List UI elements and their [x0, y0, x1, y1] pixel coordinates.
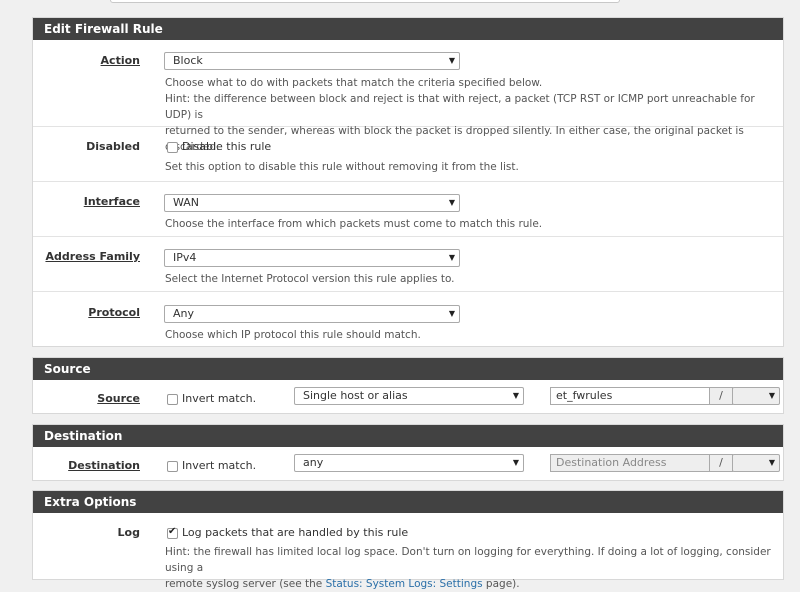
edit-firewall-rule-panel: Edit Firewall Rule Action Block ▼ Choose…	[32, 17, 784, 347]
source-type-select[interactable]: Single host or alias ▼	[294, 387, 524, 405]
page-top-strip	[0, 0, 800, 18]
log-help-line-2: remote syslog server (see the Status: Sy…	[165, 576, 775, 592]
address-family-label: Address Family	[45, 250, 140, 263]
address-family-select-value: IPv4	[173, 251, 197, 264]
interface-label: Interface	[83, 195, 140, 208]
disabled-help: Set this option to disable this rule wit…	[165, 161, 519, 173]
source-address-input[interactable]: et_fwrules	[550, 387, 710, 405]
interface-select-value: WAN	[173, 196, 200, 209]
address-family-row: Address Family IPv4 ▼ Select the Interne…	[33, 237, 783, 292]
chevron-down-icon: ▼	[448, 253, 455, 262]
protocol-row: Protocol Any ▼ Choose which IP protocol …	[33, 292, 783, 348]
log-help: Hint: the firewall has limited local log…	[165, 544, 775, 592]
chevron-down-icon: ▼	[768, 391, 775, 400]
chevron-down-icon: ▼	[448, 198, 455, 207]
top-input-edge	[110, 0, 620, 3]
source-invert-label: Invert match.	[182, 392, 257, 405]
address-family-select[interactable]: IPv4 ▼	[164, 249, 460, 267]
action-row: Action Block ▼ Choose what to do with pa…	[33, 40, 783, 153]
log-row: Log Log packets that are handled by this…	[33, 513, 783, 590]
source-mask-select[interactable]: ▼	[732, 387, 780, 405]
chevron-down-icon: ▼	[768, 458, 775, 467]
source-type-value: Single host or alias	[303, 389, 408, 402]
log-checkbox-label: Log packets that are handled by this rul…	[182, 526, 409, 539]
extra-options-panel: Extra Options Log Log packets that are h…	[32, 490, 784, 590]
chevron-down-icon: ▼	[448, 309, 455, 318]
disabled-label: Disabled	[86, 140, 140, 153]
interface-row: Interface WAN ▼ Choose the interface fro…	[33, 182, 783, 237]
chevron-down-icon: ▼	[512, 458, 519, 467]
log-label: Log	[117, 526, 140, 539]
panel-title-extra-options: Extra Options	[33, 491, 783, 513]
action-help-line-2: Hint: the difference between block and r…	[165, 93, 755, 121]
destination-row: Destination Invert match. any ▼ Destinat…	[33, 447, 783, 481]
panel-title-edit-rule: Edit Firewall Rule	[33, 18, 783, 40]
address-family-help: Select the Internet Protocol version thi…	[165, 273, 455, 285]
source-invert-checkbox[interactable]	[167, 394, 178, 405]
source-slash: /	[709, 387, 733, 405]
log-help-prefix: remote syslog server (see the	[165, 578, 326, 590]
protocol-label: Protocol	[88, 306, 140, 319]
source-label: Source	[97, 392, 140, 405]
action-select[interactable]: Block ▼	[164, 52, 460, 70]
chevron-down-icon: ▼	[448, 56, 455, 65]
action-help-line-1: Choose what to do with packets that matc…	[165, 77, 543, 89]
destination-address-input[interactable]: Destination Address	[550, 454, 710, 472]
chevron-down-icon: ▼	[512, 391, 519, 400]
log-help-suffix: page).	[482, 578, 520, 590]
destination-invert-label: Invert match.	[182, 459, 257, 472]
disable-rule-checkbox[interactable]	[167, 142, 178, 153]
disabled-row: Disabled Disable this rule Set this opti…	[33, 127, 783, 182]
action-select-value: Block	[173, 54, 203, 67]
protocol-help: Choose which IP protocol this rule shoul…	[165, 329, 421, 341]
disable-rule-checkbox-label: Disable this rule	[182, 140, 272, 153]
log-checkbox[interactable]	[167, 526, 178, 539]
destination-mask-select[interactable]: ▼	[732, 454, 780, 472]
interface-select[interactable]: WAN ▼	[164, 194, 460, 212]
source-panel: Source Source Invert match. Single host …	[32, 357, 784, 414]
protocol-select-value: Any	[173, 307, 195, 320]
interface-help: Choose the interface from which packets …	[165, 218, 543, 230]
source-row: Source Invert match. Single host or alia…	[33, 380, 783, 414]
destination-type-select[interactable]: any ▼	[294, 454, 524, 472]
destination-type-value: any	[303, 456, 324, 469]
protocol-select[interactable]: Any ▼	[164, 305, 460, 323]
panel-title-destination: Destination	[33, 425, 783, 447]
log-help-line-1: Hint: the firewall has limited local log…	[165, 546, 771, 574]
destination-slash: /	[709, 454, 733, 472]
destination-invert-checkbox[interactable]	[167, 461, 178, 472]
system-logs-settings-link[interactable]: Status: System Logs: Settings	[326, 578, 483, 590]
panel-title-source: Source	[33, 358, 783, 380]
action-label: Action	[100, 54, 140, 67]
destination-label: Destination	[68, 459, 140, 472]
destination-panel: Destination Destination Invert match. an…	[32, 424, 784, 481]
